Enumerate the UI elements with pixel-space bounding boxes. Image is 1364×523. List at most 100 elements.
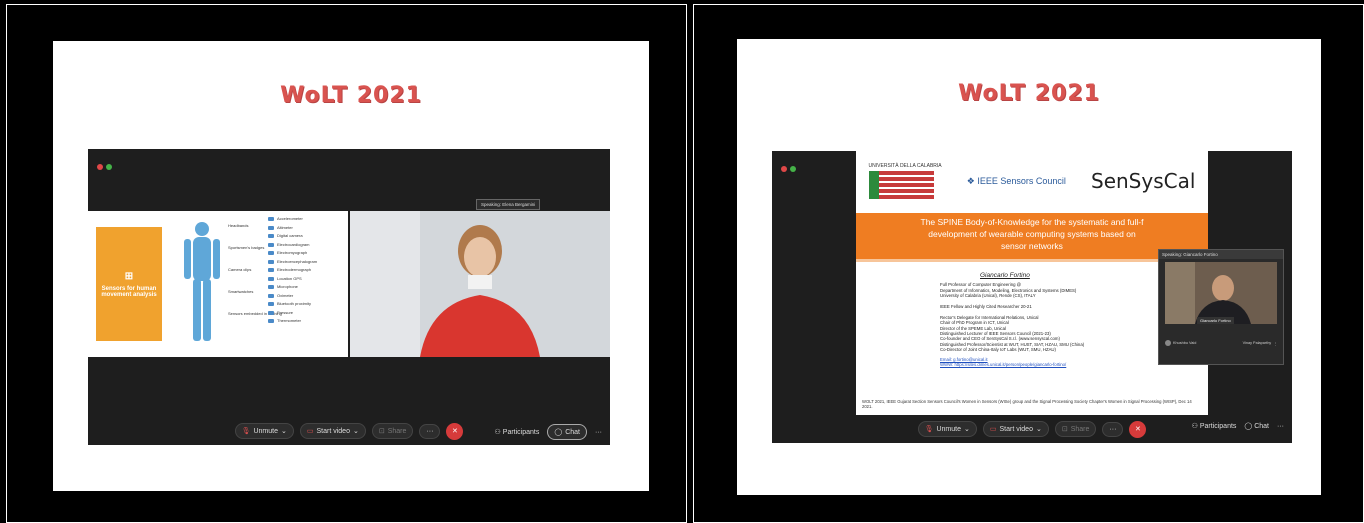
speaker-video — [1165, 262, 1277, 324]
video-off-icon: ▭ — [306, 428, 314, 435]
slide-title: WoLT 2021 — [958, 81, 1100, 106]
list-item: Pressure — [268, 309, 317, 318]
more-icon: ⋮ — [1273, 341, 1277, 346]
sensor-icon — [268, 310, 274, 315]
video-off-icon: ▭ — [989, 426, 997, 433]
meeting-toolbar: 🎙 Unmute ⌄ ▭ Start video ⌄ ⊡ Share ··· ✕ ⚇ … — [772, 415, 1292, 443]
window-controls — [97, 157, 115, 175]
maximize-window-icon[interactable] — [106, 164, 112, 170]
list-item: Altimeter — [268, 224, 317, 233]
share-button[interactable]: ⊡ Share — [1054, 421, 1097, 437]
participants-icon: ⚇ — [1191, 423, 1198, 430]
start-video-button[interactable]: ▭ Start video ⌄ — [299, 423, 366, 439]
left-slide: WoLT 2021 ⊞ Sensors for human movement a… — [53, 41, 649, 491]
window-controls — [781, 159, 799, 177]
list-item: Electroencephalogram — [268, 258, 317, 267]
right-screenshot-panel: WoLT 2021 UNIVERSITÀ DELLA CALABRIA ❖ IE… — [693, 4, 1364, 523]
overflow-button[interactable]: ··· — [595, 429, 602, 436]
orange-label-box: ⊞ Sensors for human movement analysis — [96, 227, 162, 341]
more-options-button[interactable]: ··· — [1102, 421, 1124, 437]
sensor-icon — [268, 285, 274, 290]
sensor-icon — [268, 234, 274, 239]
speaker-name: Giancarlo Fortino — [980, 272, 1030, 279]
sensor-icon — [268, 302, 274, 307]
list-item: Thermometer — [268, 317, 317, 326]
more-options-button[interactable]: ··· — [419, 423, 441, 439]
unmute-button[interactable]: 🎙 Unmute ⌄ — [917, 421, 977, 437]
close-window-icon[interactable] — [97, 164, 103, 170]
participant-video — [350, 211, 610, 357]
participants-icon: ⚇ — [494, 429, 501, 436]
logo-row: UNIVERSITÀ DELLA CALABRIA ❖ IEEE Sensors… — [856, 151, 1208, 211]
speaker-avatar — [1165, 262, 1277, 324]
end-call-button[interactable]: ✕ — [446, 422, 464, 440]
start-video-button[interactable]: ▭ Start video ⌄ — [982, 421, 1049, 437]
meeting-toolbar: 🎙 Unmute ⌄ ▭ Start video ⌄ ⊡ Share ··· ✕ ⚇ … — [88, 417, 610, 445]
shared-slide: ⊞ Sensors for human movement analysis He… — [88, 211, 348, 357]
avatar — [1165, 340, 1171, 346]
close-icon: ✕ — [451, 428, 458, 435]
title-banner: The SPINE Body-of-Knowledge for the syst… — [856, 213, 1208, 259]
meeting-window: ⊞ Sensors for human movement analysis He… — [88, 149, 610, 445]
more-icon: ··· — [1109, 425, 1117, 433]
www-link[interactable]: WWW: https://sites.dimes.unical.it/perso… — [940, 362, 1084, 367]
end-call-button[interactable]: ✕ — [1129, 420, 1147, 438]
list-item: Location GPS — [268, 275, 317, 284]
sensor-icon — [268, 276, 274, 281]
ieee-logo: ❖ IEEE Sensors Council — [966, 175, 1066, 186]
close-window-icon[interactable] — [781, 166, 787, 172]
ieee-icon: ❖ — [966, 175, 975, 186]
toolbar-right: ⚇ Participants ◯ Chat ··· — [495, 424, 602, 440]
list-item: Accelerometer — [268, 215, 317, 224]
overflow-button[interactable]: ··· — [1277, 423, 1284, 430]
sensor-icon — [268, 259, 274, 264]
participant-tile[interactable]: Khushbu Vaid — [1165, 340, 1196, 346]
list-item: Electrocardiogram — [268, 241, 317, 250]
speaker-name-tag: Giancarlo Fortino — [1197, 317, 1234, 324]
list-item: Electrodermograph — [268, 266, 317, 275]
chat-icon: ◯ — [554, 429, 563, 436]
list-item: Bluetooth proximity — [268, 300, 317, 309]
banner-underline — [856, 259, 1208, 262]
chat-button[interactable]: ◯ Chat — [547, 424, 587, 440]
slide-title: WoLT 2021 — [280, 83, 422, 108]
speaking-indicator: Speaking: Giancarlo Fortino — [1159, 250, 1283, 259]
list-item: Digital camera — [268, 232, 317, 241]
sensor-list: Accelerometer Altimeter Digital camera E… — [268, 215, 317, 326]
participants-button[interactable]: ⚇ Participants — [495, 428, 540, 436]
list-item: Oximeter — [268, 292, 317, 301]
speaking-indicator: Speaking: Elena Bergamini — [476, 199, 541, 210]
orange-box-label: Sensors for human movement analysis — [101, 285, 157, 298]
share-button[interactable]: ⊡ Share — [371, 423, 414, 439]
sensor-icon — [268, 242, 274, 247]
list-item: Electromyograph — [268, 249, 317, 258]
microphone-muted-icon: 🎙 — [924, 426, 934, 433]
sensor-icon — [268, 225, 274, 230]
speaker-details: Giancarlo Fortino Full Professor of Comp… — [940, 272, 1085, 368]
chat-icon: ◯ — [1244, 423, 1253, 430]
shared-presentation: UNIVERSITÀ DELLA CALABRIA ❖ IEEE Sensors… — [856, 151, 1208, 415]
left-screenshot-panel: WoLT 2021 ⊞ Sensors for human movement a… — [6, 4, 687, 523]
university-logo: UNIVERSITÀ DELLA CALABRIA — [868, 163, 942, 199]
university-logo-bars — [868, 171, 934, 199]
chat-button[interactable]: ◯ Chat — [1244, 422, 1269, 430]
more-icon: ··· — [426, 427, 434, 435]
sensor-icon — [268, 319, 274, 324]
sensor-icon: ⊞ — [124, 270, 134, 282]
share-icon: ⊡ — [378, 428, 385, 435]
participant-tile[interactable]: Vinay Palaparthy ⋮ — [1243, 340, 1277, 346]
right-slide: WoLT 2021 UNIVERSITÀ DELLA CALABRIA ❖ IE… — [737, 39, 1321, 495]
maximize-window-icon[interactable] — [790, 166, 796, 172]
slide-footer: WOLT 2021, IEEE Gujarat Section Sensors … — [862, 399, 1192, 409]
microphone-muted-icon: 🎙 — [241, 428, 251, 435]
sensor-icon — [268, 217, 274, 222]
toolbar-right: ⚇ Participants ◯ Chat ··· — [1192, 422, 1284, 431]
participants-button[interactable]: ⚇ Participants — [1192, 422, 1237, 430]
speaker-pip-window[interactable]: Speaking: Giancarlo Fortino Giancarlo Fo… — [1158, 249, 1284, 365]
list-item: Microphone — [268, 283, 317, 292]
participant-strip: Khushbu Vaid Vinay Palaparthy ⋮ — [1165, 340, 1277, 346]
human-body-icon — [184, 222, 220, 341]
sensor-icon — [268, 251, 274, 256]
participant-avatar — [350, 211, 610, 357]
unmute-button[interactable]: 🎙 Unmute ⌄ — [234, 423, 294, 439]
